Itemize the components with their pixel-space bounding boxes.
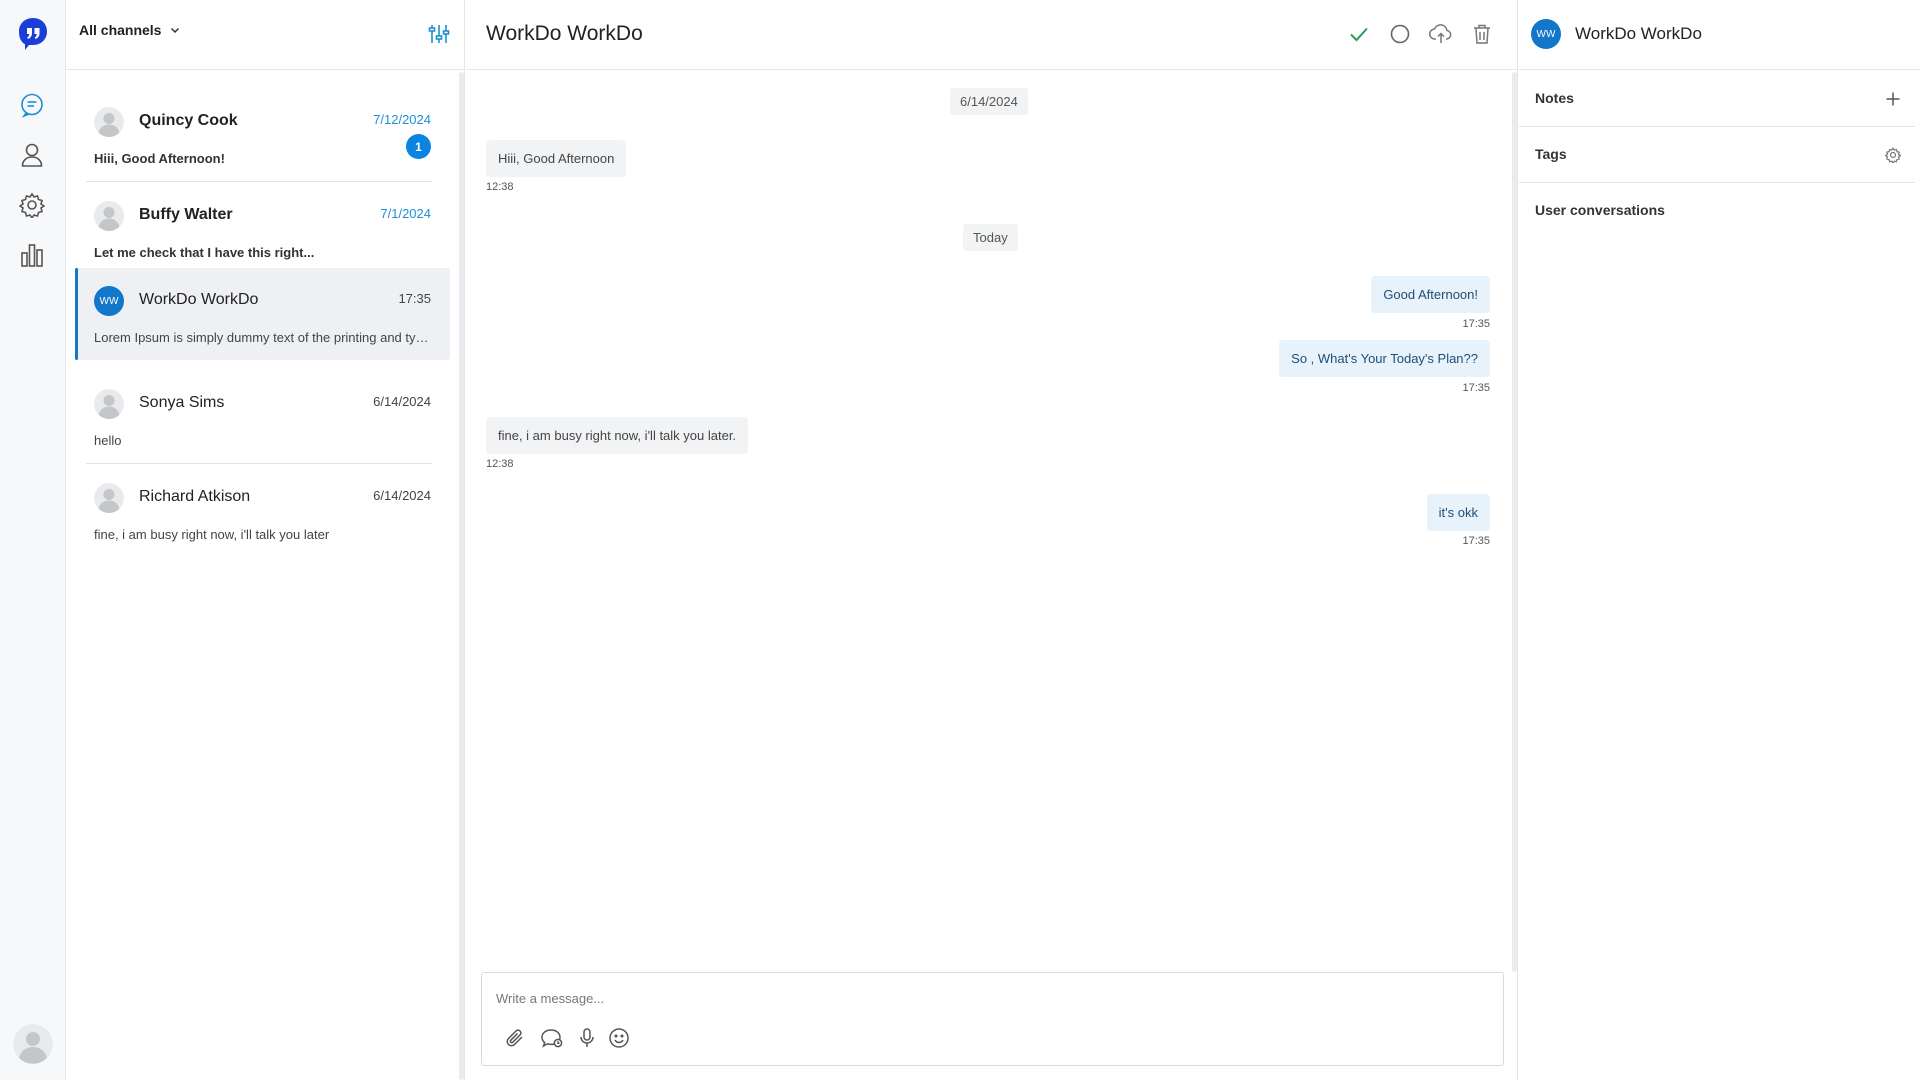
message-preview: Hiii, Good Afternoon! [94,151,225,166]
contact-name: Sonya Sims [139,394,225,411]
chevron-down-icon [171,27,180,34]
tags-section[interactable]: Tags [1519,127,1915,183]
channel-filter-dropdown[interactable]: All channels [79,22,181,38]
date-separator: 6/14/2024 [950,88,1028,115]
message-composer [481,972,1504,1066]
message-preview: hello [94,433,122,448]
list-item[interactable]: Quincy Cook 7/12/2024 1 Hiii, Good After… [75,89,450,182]
cloud-upload-icon[interactable] [1428,21,1454,47]
outgoing-message: it's okk [1426,494,1490,531]
divider [86,463,432,464]
avatar [94,201,124,231]
profile-avatar[interactable] [13,1024,53,1064]
message-time: 17:35 [1462,318,1490,330]
message-preview: fine, i am busy right now, i'll talk you… [94,527,330,542]
timestamp: 6/14/2024 [373,394,431,409]
chat-icon[interactable] [17,90,47,120]
app-window: All channels Quincy Cook 7/12/2024 1 Hii… [0,0,1920,1080]
bar-chart-icon[interactable] [17,240,47,270]
active-indicator [75,268,78,360]
conversation-list-pane: All channels Quincy Cook 7/12/2024 1 Hii… [66,0,465,1080]
microphone-icon[interactable] [574,1025,600,1051]
message-time: 12:38 [486,181,514,193]
check-icon[interactable] [1346,21,1372,47]
message-input[interactable] [496,991,1486,1006]
circle-icon[interactable] [1387,21,1413,47]
paperclip-icon[interactable] [502,1025,528,1051]
avatar: WW [94,286,124,316]
list-item[interactable]: Richard Atkison 6/14/2024 fine, i am bus… [75,465,450,557]
list-header: All channels [66,0,465,70]
contact-info-pane: WW WorkDo WorkDo Notes Tags User convers… [1519,0,1920,1080]
avatar: WW [1531,19,1561,49]
avatar [94,483,124,513]
list-item[interactable]: Buffy Walter 7/1/2024 Let me check that … [75,183,450,275]
chat-scrollbar[interactable] [1512,72,1517,972]
message-preview: Lorem Ipsum is simply dummy text of the … [94,330,434,345]
chat-title: WorkDo WorkDo [486,22,643,45]
message-preview: Let me check that I have this right... [94,245,315,260]
channel-filter-label: All channels [79,22,162,38]
trash-icon[interactable] [1469,21,1495,47]
date-separator: Today [963,224,1018,251]
message-time: 17:35 [1462,535,1490,547]
chat-pane: WorkDo WorkDo 6/14/2024 Hiii, Good After… [466,0,1518,1080]
contact-name: Buffy Walter [139,206,233,223]
user-icon[interactable] [17,140,47,170]
message-time: 12:38 [486,458,514,470]
avatar [94,107,124,137]
section-label: Tags [1535,146,1567,162]
gear-icon[interactable] [1881,143,1905,167]
outgoing-message: Good Afternoon! [1371,276,1490,313]
plus-icon[interactable] [1881,87,1905,111]
icon-rail [0,0,66,1080]
chat-bubble-icon[interactable] [539,1025,565,1051]
list-item[interactable]: Sonya Sims 6/14/2024 hello [75,371,450,464]
message-time: 17:35 [1462,382,1490,394]
timestamp: 7/1/2024 [380,206,431,221]
logo-icon[interactable] [17,16,49,52]
contact-name: WorkDo WorkDo [139,291,259,308]
outgoing-message: So , What's Your Today's Plan?? [1279,340,1490,377]
notes-section[interactable]: Notes [1519,71,1915,127]
incoming-message: Hiii, Good Afternoon [486,140,627,177]
divider [86,181,432,182]
timestamp: 6/14/2024 [373,488,431,503]
chat-header: WorkDo WorkDo [466,0,1518,70]
timestamp: 7/12/2024 [373,112,431,127]
list-item-active[interactable]: WW WorkDo WorkDo 17:35 Lorem Ipsum is si… [75,268,450,360]
contact-name: Quincy Cook [139,112,238,129]
gear-icon[interactable] [17,190,47,220]
conversation-list: Quincy Cook 7/12/2024 1 Hiii, Good After… [66,70,465,1080]
incoming-message: fine, i am busy right now, i'll talk you… [486,417,749,454]
section-label: User conversations [1535,202,1665,218]
user-conversations-section[interactable]: User conversations [1519,183,1915,239]
contact-name: Richard Atkison [139,488,251,505]
filter-sliders-icon[interactable] [427,22,451,46]
info-header: WW WorkDo WorkDo [1519,0,1920,70]
section-label: Notes [1535,90,1574,106]
contact-name: WorkDo WorkDo [1575,24,1702,43]
avatar [94,389,124,419]
list-scrollbar[interactable] [459,72,464,1080]
timestamp: 17:35 [398,291,431,306]
emoji-icon[interactable] [606,1025,632,1051]
